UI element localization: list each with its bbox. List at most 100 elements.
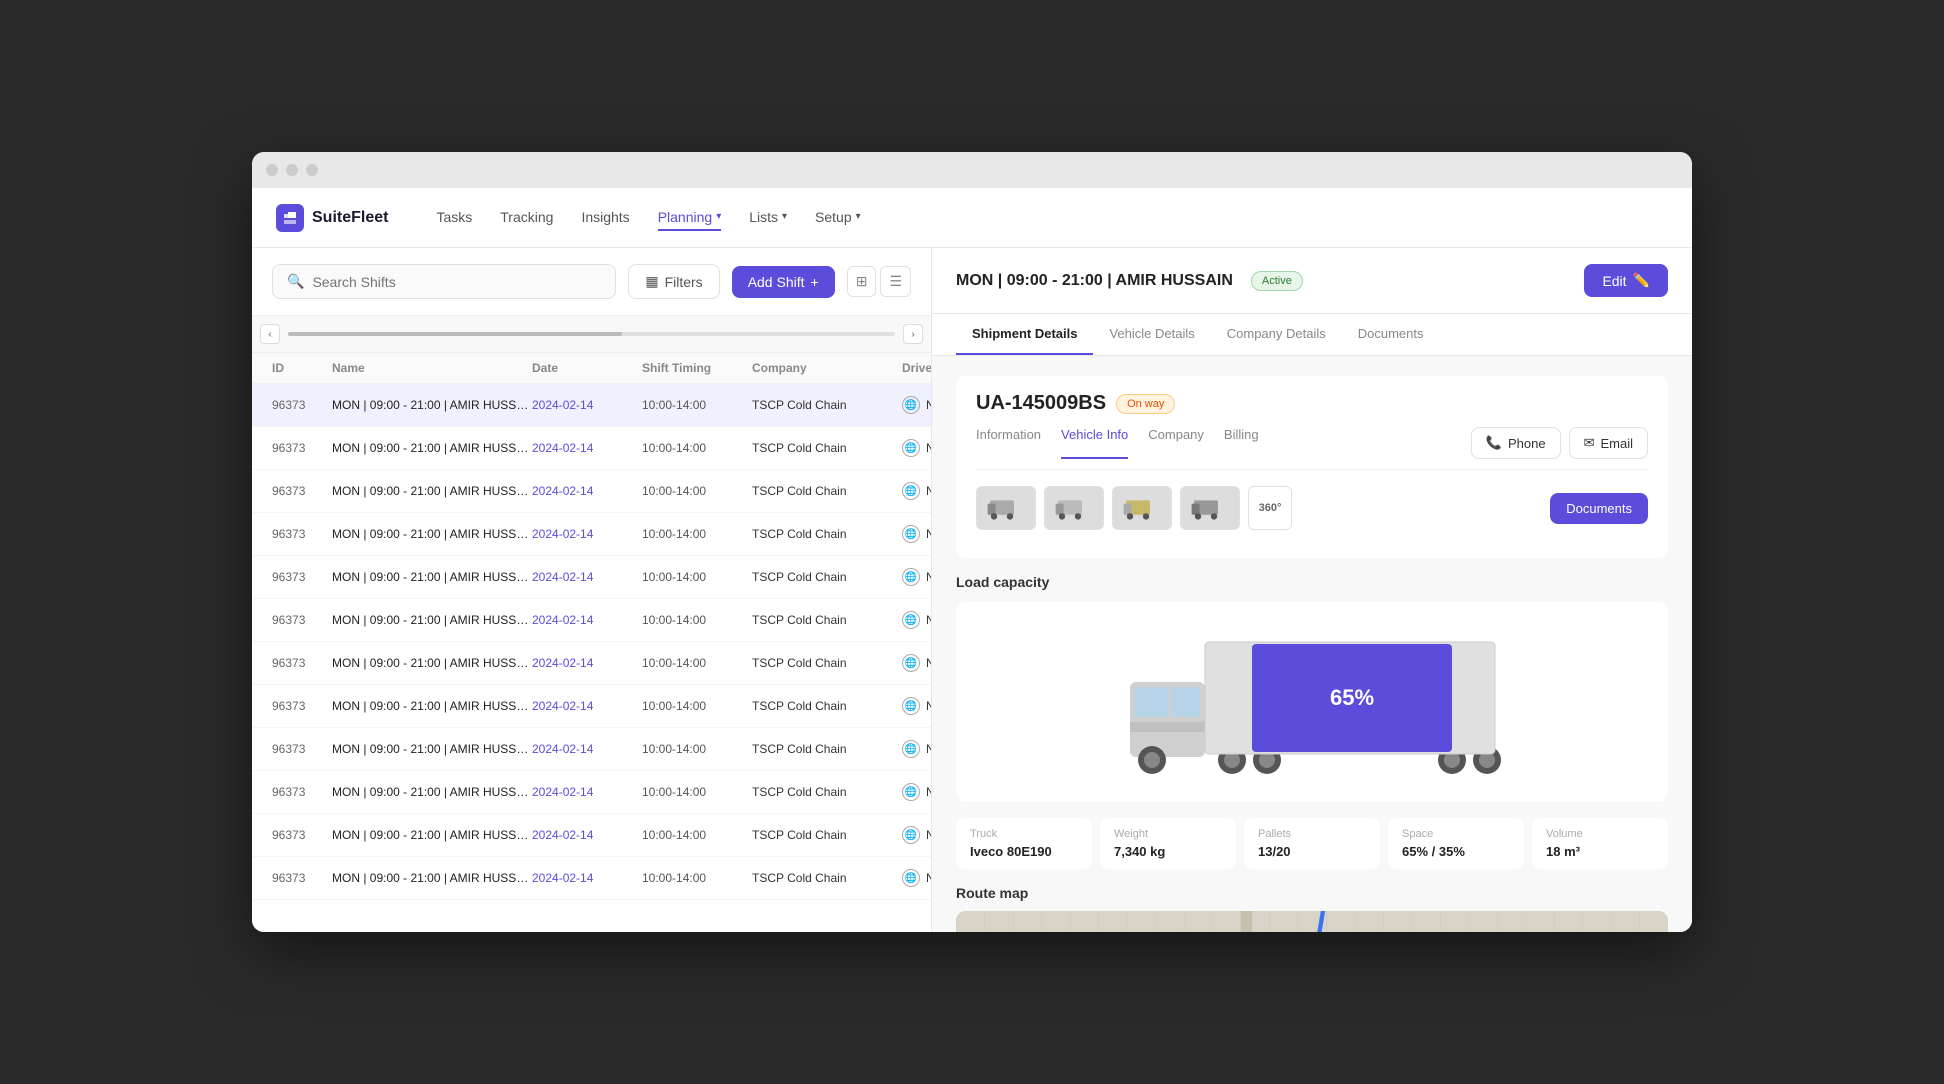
maximize-dot[interactable]	[306, 164, 318, 176]
vehicle-thumb-2[interactable]	[1044, 486, 1104, 530]
detail-header: MON | 09:00 - 21:00 | AMIR HUSSAIN Activ…	[932, 248, 1692, 314]
table-row[interactable]: 96373 MON | 09:00 - 21:00 | AMIR HUSSAIN…	[252, 771, 931, 814]
cell-driver: 🌐 Nusair Haq	[902, 740, 931, 758]
phone-button[interactable]: 📞 Phone	[1471, 427, 1561, 459]
nav-tracking[interactable]: Tracking	[500, 205, 553, 231]
scroll-right-arrow[interactable]: ›	[903, 324, 923, 344]
right-panel: MON | 09:00 - 21:00 | AMIR HUSSAIN Activ…	[932, 248, 1692, 932]
table-row[interactable]: 96373 MON | 09:00 - 21:00 | AMIR HUSSAIN…	[252, 470, 931, 513]
globe-icon: 🌐	[902, 396, 920, 414]
cell-name: MON | 09:00 - 21:00 | AMIR HUSSAIN	[332, 441, 532, 455]
left-panel: 🔍 ▦ Filters Add Shift + ⊞ ☰ ‹	[252, 248, 932, 932]
stat-value: 65% / 35%	[1402, 844, 1510, 859]
table-body: 96373 MON | 09:00 - 21:00 | AMIR HUSSAIN…	[252, 384, 931, 932]
vehicle-thumb-4[interactable]	[1180, 486, 1240, 530]
nav-lists[interactable]: Lists ▾	[749, 205, 787, 231]
cell-id: 96373	[272, 871, 332, 885]
cell-date: 2024-02-14	[532, 441, 642, 455]
cell-name: MON | 09:00 - 21:00 | AMIR HUSSAIN	[332, 785, 532, 799]
logo[interactable]: SuiteFleet	[276, 204, 388, 232]
nav-tasks[interactable]: Tasks	[436, 205, 472, 231]
edit-button[interactable]: Edit ✏️	[1584, 264, 1668, 297]
grid-view-button[interactable]: ⊞	[847, 266, 877, 297]
tab-shipment-details[interactable]: Shipment Details	[956, 314, 1093, 355]
scroll-left-arrow[interactable]: ‹	[260, 324, 280, 344]
nav-planning[interactable]: Planning ▾	[658, 205, 722, 231]
globe-icon: 🌐	[902, 568, 920, 586]
table-row[interactable]: 96373 MON | 09:00 - 21:00 | AMIR HUSSAIN…	[252, 599, 931, 642]
stat-label: Volume	[1546, 828, 1654, 840]
add-shift-button[interactable]: Add Shift +	[732, 266, 835, 298]
close-dot[interactable]	[266, 164, 278, 176]
globe-icon: 🌐	[902, 611, 920, 629]
plus-icon: +	[811, 274, 819, 290]
planning-arrow: ▾	[716, 211, 721, 222]
cell-driver: 🌐 Nusair Haq	[902, 783, 931, 801]
cell-date: 2024-02-14	[532, 527, 642, 541]
cell-date: 2024-02-14	[532, 871, 642, 885]
cell-company: TSCP Cold Chain	[752, 441, 902, 455]
table-row[interactable]: 96373 MON | 09:00 - 21:00 | AMIR HUSSAIN…	[252, 642, 931, 685]
edit-label: Edit	[1602, 273, 1626, 289]
sub-tab-vehicle-info[interactable]: Vehicle Info	[1061, 427, 1128, 459]
search-input[interactable]	[312, 274, 601, 290]
tab-documents[interactable]: Documents	[1342, 314, 1440, 355]
edit-icon: ✏️	[1633, 272, 1650, 289]
cell-id: 96373	[272, 398, 332, 412]
cell-driver: 🌐 Nusair Haq	[902, 439, 931, 457]
filter-icon: ▦	[645, 273, 658, 290]
status-badge: Active	[1251, 271, 1303, 291]
list-view-button[interactable]: ☰	[880, 266, 911, 297]
cell-timing: 10:00-14:00	[642, 570, 752, 584]
filter-label: Filters	[665, 274, 703, 290]
cell-id: 96373	[272, 742, 332, 756]
sub-tab-company[interactable]: Company	[1148, 427, 1204, 459]
col-date: Date	[532, 361, 642, 375]
table-row[interactable]: 96373 MON | 09:00 - 21:00 | AMIR HUSSAIN…	[252, 556, 931, 599]
cell-name: MON | 09:00 - 21:00 | AMIR HUSSAIN	[332, 699, 532, 713]
sub-tab-billing[interactable]: Billing	[1224, 427, 1259, 459]
globe-icon: 🌐	[902, 740, 920, 758]
stat-label: Truck	[970, 828, 1078, 840]
nav-insights[interactable]: Insights	[581, 205, 629, 231]
sub-tab-information[interactable]: Information	[976, 427, 1041, 459]
search-box[interactable]: 🔍	[272, 264, 616, 299]
cell-id: 96373	[272, 785, 332, 799]
cell-timing: 10:00-14:00	[642, 699, 752, 713]
table-row[interactable]: 96373 MON | 09:00 - 21:00 | AMIR HUSSAIN…	[252, 427, 931, 470]
sub-tabs: Information Vehicle Info Company Billing…	[976, 427, 1648, 470]
table-row[interactable]: 96373 MON | 09:00 - 21:00 | AMIR HUSSAIN…	[252, 814, 931, 857]
cell-name: MON | 09:00 - 21:00 | AMIR HUSSAIN	[332, 398, 532, 412]
email-button[interactable]: ✉ Email	[1569, 427, 1648, 459]
cell-timing: 10:00-14:00	[642, 871, 752, 885]
truck-visual: 65%	[956, 602, 1668, 802]
shift-title: MON | 09:00 - 21:00 | AMIR HUSSAIN	[956, 272, 1233, 290]
lists-arrow: ▾	[782, 211, 787, 222]
documents-button[interactable]: Documents	[1550, 493, 1648, 524]
cell-company: TSCP Cold Chain	[752, 398, 902, 412]
table-row[interactable]: 96373 MON | 09:00 - 21:00 | AMIR HUSSAIN…	[252, 513, 931, 556]
minimize-dot[interactable]	[286, 164, 298, 176]
table-row[interactable]: 96373 MON | 09:00 - 21:00 | AMIR HUSSAIN…	[252, 685, 931, 728]
table-row[interactable]: 96373 MON | 09:00 - 21:00 | AMIR HUSSAIN…	[252, 384, 931, 427]
vehicle-thumb-3[interactable]	[1112, 486, 1172, 530]
tab-vehicle-details[interactable]: Vehicle Details	[1093, 314, 1210, 355]
table-row[interactable]: 96373 MON | 09:00 - 21:00 | AMIR HUSSAIN…	[252, 728, 931, 771]
cell-company: TSCP Cold Chain	[752, 527, 902, 541]
setup-arrow: ▾	[856, 211, 861, 222]
globe-icon: 🌐	[902, 439, 920, 457]
toolbar: 🔍 ▦ Filters Add Shift + ⊞ ☰	[252, 248, 931, 316]
view-toggle: ⊞ ☰	[847, 266, 911, 297]
cell-name: MON | 09:00 - 21:00 | AMIR HUSSAIN	[332, 613, 532, 627]
vehicle-thumb-1[interactable]	[976, 486, 1036, 530]
nav-setup[interactable]: Setup ▾	[815, 205, 861, 231]
cell-timing: 10:00-14:00	[642, 785, 752, 799]
tab-company-details[interactable]: Company Details	[1211, 314, 1342, 355]
cell-date: 2024-02-14	[532, 785, 642, 799]
shipment-id: UA-145009BS	[976, 392, 1106, 415]
titlebar	[252, 152, 1692, 188]
view-360[interactable]: 360°	[1248, 486, 1292, 530]
filter-button[interactable]: ▦ Filters	[628, 264, 719, 299]
table-row[interactable]: 96373 MON | 09:00 - 21:00 | AMIR HUSSAIN…	[252, 857, 931, 900]
cell-date: 2024-02-14	[532, 398, 642, 412]
